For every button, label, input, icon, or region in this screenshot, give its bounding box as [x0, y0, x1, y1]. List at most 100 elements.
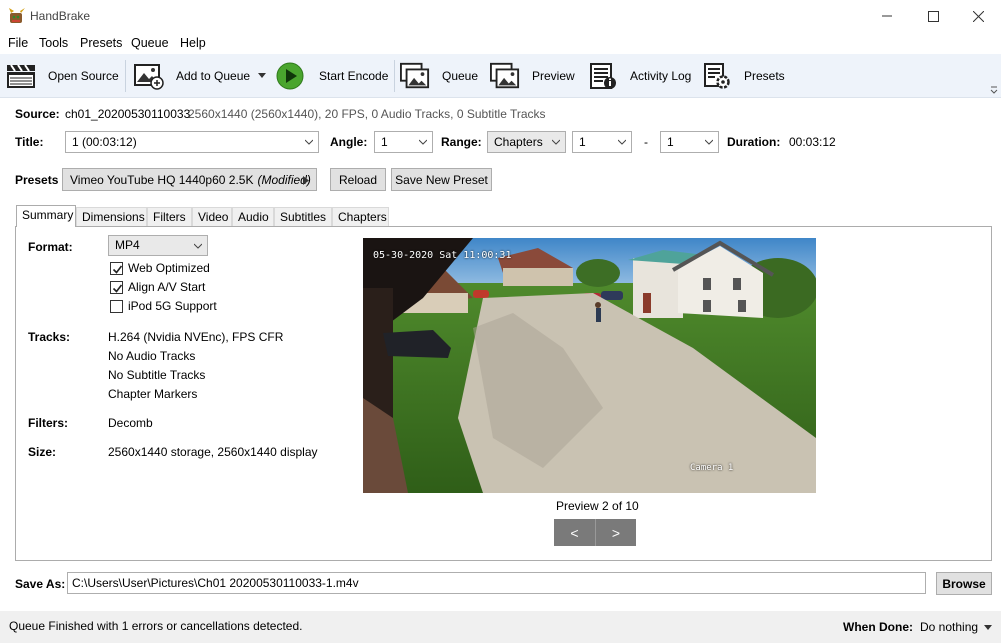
title-label: Title:: [15, 135, 44, 149]
preview-next-button[interactable]: >: [595, 519, 636, 546]
toolbar: Open Source Add to Queue Start Encode Qu…: [0, 54, 1001, 98]
toolbar-overflow-icon[interactable]: [990, 86, 998, 94]
when-done-dropdown[interactable]: Do nothing: [920, 620, 993, 634]
angle-label: Angle:: [330, 135, 368, 149]
chevron-right-icon: [303, 176, 309, 185]
chevron-down-icon: [194, 243, 202, 249]
play-icon: [275, 62, 305, 90]
range-start-value: 1: [579, 135, 586, 149]
add-image-icon: [134, 62, 164, 90]
when-done-label: When Done:: [843, 620, 913, 634]
track-audio: No Audio Tracks: [108, 349, 196, 363]
toolbar-separator: [125, 60, 126, 92]
clapperboard-icon: [6, 62, 36, 90]
source-label: Source:: [15, 107, 60, 121]
range-end-dropdown[interactable]: 1: [660, 131, 719, 153]
angle-dropdown-value: 1: [381, 135, 388, 149]
angle-dropdown[interactable]: 1: [374, 131, 433, 153]
tab-chapters[interactable]: Chapters: [332, 207, 389, 226]
preview-caption: Preview 2 of 10: [556, 499, 639, 513]
size-value: 2560x1440 storage, 2560x1440 display: [108, 445, 318, 459]
status-bar: Queue Finished with 1 errors or cancella…: [0, 611, 1001, 643]
ipod-checkbox[interactable]: [110, 300, 123, 313]
title-dropdown[interactable]: 1 (00:03:12): [65, 131, 319, 153]
filters-value: Decomb: [108, 416, 153, 430]
menu-bar: File Tools Presets Queue Help: [0, 32, 1001, 54]
queue-button[interactable]: Queue: [400, 60, 478, 92]
tab-summary[interactable]: Summary: [16, 205, 76, 227]
title-bar: HandBrake: [0, 0, 1001, 32]
save-as-path: C:\Users\User\Pictures\Ch01 202005301100…: [72, 576, 359, 590]
menu-help[interactable]: Help: [180, 36, 206, 50]
web-optimized-checkbox[interactable]: [110, 262, 123, 275]
title-dropdown-value: 1 (00:03:12): [72, 135, 137, 149]
filters-label: Filters:: [28, 416, 69, 430]
menu-tools[interactable]: Tools: [39, 36, 68, 50]
align-av-checkbox[interactable]: [110, 281, 123, 294]
chevron-down-icon: [984, 625, 993, 630]
chevron-down-icon: [419, 139, 427, 145]
range-dash: -: [644, 135, 648, 149]
format-label: Format:: [28, 240, 73, 254]
size-label: Size:: [28, 445, 57, 459]
chevron-down-icon: [618, 139, 626, 145]
activity-log-icon: [588, 62, 618, 90]
preview-camera-label: Camera 1: [690, 463, 734, 473]
open-source-button[interactable]: Open Source: [6, 60, 119, 92]
open-source-label: Open Source: [48, 69, 119, 83]
window-title: HandBrake: [30, 9, 91, 23]
chevron-down-icon: [552, 139, 560, 145]
format-dropdown[interactable]: MP4: [108, 235, 208, 256]
tracks-label: Tracks:: [28, 330, 71, 344]
tab-subtitles[interactable]: Subtitles: [274, 207, 332, 226]
reload-button[interactable]: Reload: [330, 168, 386, 191]
add-to-queue-button[interactable]: Add to Queue: [134, 60, 267, 92]
tab-filters[interactable]: Filters: [147, 207, 192, 226]
save-as-input[interactable]: C:\Users\User\Pictures\Ch01 202005301100…: [67, 572, 926, 594]
preview-prev-button[interactable]: <: [554, 519, 595, 546]
save-new-preset-button[interactable]: Save New Preset: [391, 168, 492, 191]
align-av-label: Align A/V Start: [128, 280, 206, 294]
menu-presets[interactable]: Presets: [80, 36, 122, 50]
minimize-button[interactable]: [864, 0, 910, 32]
close-button[interactable]: [955, 0, 1001, 32]
queue-images-icon: [400, 62, 430, 90]
web-optimized-label: Web Optimized: [128, 261, 210, 275]
activity-log-button[interactable]: Activity Log: [588, 60, 691, 92]
menu-queue[interactable]: Queue: [131, 36, 169, 50]
chevron-down-icon: [705, 139, 713, 145]
chevron-down-icon[interactable]: [258, 73, 267, 79]
preview-button[interactable]: Preview: [490, 60, 575, 92]
maximize-button[interactable]: [910, 0, 956, 32]
handbrake-logo-icon: [9, 8, 25, 23]
checkmark-icon: [112, 284, 123, 293]
ipod-label: iPod 5G Support: [128, 299, 217, 313]
tab-dimensions[interactable]: Dimensions: [76, 207, 147, 226]
save-as-label: Save As:: [15, 577, 66, 591]
tab-audio[interactable]: Audio: [232, 207, 274, 226]
duration-label: Duration:: [727, 135, 781, 149]
browse-button[interactable]: Browse: [936, 572, 992, 595]
when-done-value: Do nothing: [920, 620, 979, 634]
presets-row-label: Presets: [15, 173, 59, 187]
start-encode-label: Start Encode: [319, 69, 389, 83]
queue-label: Queue: [442, 69, 479, 83]
format-dropdown-value: MP4: [115, 238, 140, 252]
presets-gear-icon: [702, 62, 732, 90]
presets-button[interactable]: Presets: [702, 60, 785, 92]
start-encode-button[interactable]: Start Encode: [275, 60, 388, 92]
tab-video[interactable]: Video: [192, 207, 232, 226]
range-start-dropdown[interactable]: 1: [572, 131, 632, 153]
preview-image: 05-30-2020 Sat 11:00:31 Camera 1: [363, 238, 816, 493]
presets-label: Presets: [744, 69, 785, 83]
menu-file[interactable]: File: [8, 36, 28, 50]
range-label: Range:: [441, 135, 482, 149]
preset-selector[interactable]: Vimeo YouTube HQ 1440p60 2.5K (Modified): [62, 168, 317, 191]
preset-name: Vimeo YouTube HQ 1440p60 2.5K: [70, 172, 254, 187]
range-type-dropdown[interactable]: Chapters: [487, 131, 566, 153]
checkmark-icon: [112, 265, 123, 274]
preview-images-icon: [490, 62, 520, 90]
toolbar-separator: [394, 60, 395, 92]
source-name: ch01_20200530110033: [65, 107, 191, 121]
duration-value: 00:03:12: [789, 135, 836, 149]
